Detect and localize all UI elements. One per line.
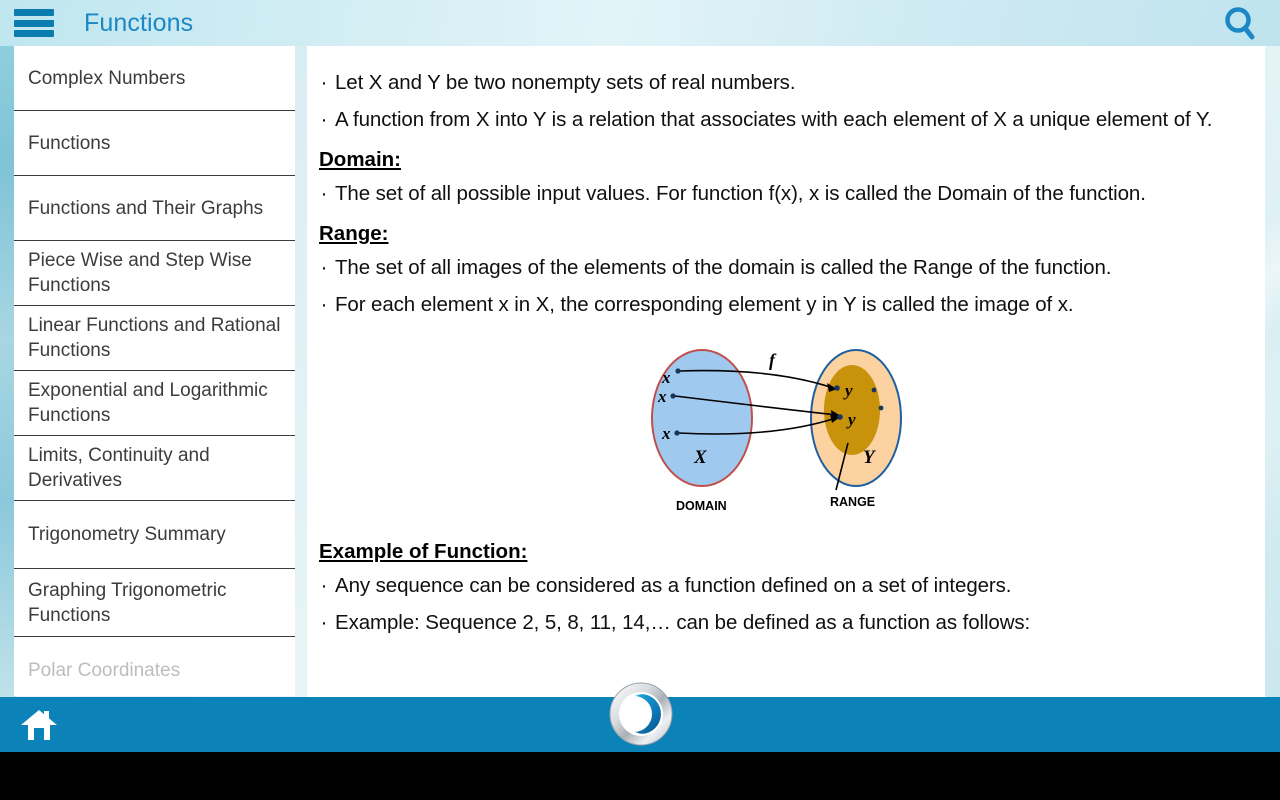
bullet-glyph: · (320, 72, 328, 94)
sidebar-item-label: Polar Coordinates (28, 660, 181, 681)
range-element-label: y (846, 410, 856, 429)
app-root: Functions Complex Numbers Functions Func… (0, 0, 1280, 800)
sidebar-item-graphing-trigonometric-functions[interactable]: Graphing Trigonometric Functions (14, 569, 295, 637)
section-heading-range: Range: (319, 222, 389, 245)
sidebar-item-label: Trigonometry Summary (28, 524, 226, 545)
content-bullet: · Let X and Y be two nonempty sets of re… (313, 68, 1235, 98)
content-bullet: · The set of all images of the elements … (313, 253, 1235, 283)
section-heading-example: Example of Function: (319, 540, 528, 563)
content-bullet: · The set of all possible input values. … (313, 179, 1235, 209)
set-x-label: X (693, 447, 708, 468)
sidebar-item-functions[interactable]: Functions (14, 111, 295, 176)
sidebar-list[interactable]: Complex Numbers Functions Functions and … (14, 46, 295, 696)
content-text: Let X and Y be two nonempty sets of real… (335, 71, 796, 94)
bullet-glyph: · (320, 183, 328, 205)
sidebar-item-exponential-and-logarithmic-functions[interactable]: Exponential and Logarithmic Functions (14, 371, 295, 436)
content-text: The set of all possible input values. Fo… (335, 182, 1146, 205)
sidebar-item-label: Exponential and Logarithmic Functions (28, 380, 268, 426)
sidebar-item-label: Linear Functions and Rational Functions (28, 315, 281, 361)
content-bullet: · For each element x in X, the correspon… (313, 290, 1235, 320)
top-app-bar: Functions (0, 0, 1280, 46)
section-heading-domain: Domain: (319, 148, 401, 171)
sidebar-item-label: Limits, Continuity and Derivatives (28, 445, 210, 491)
figure-container: x x x y y f X Y DOMAIN RANGE (313, 338, 1235, 523)
sidebar-item-polar-coordinates[interactable]: Polar Coordinates (14, 637, 295, 696)
content-text: A function from X into Y is a relation t… (335, 108, 1213, 131)
domain-element-label: x (657, 387, 667, 406)
content-bullet: · A function from X into Y is a relation… (313, 105, 1235, 135)
sidebar-item-label: Complex Numbers (28, 67, 186, 89)
domain-element-label: x (661, 368, 671, 387)
home-icon[interactable] (20, 708, 58, 742)
domain-caption: DOMAIN (676, 499, 727, 513)
page-title: Functions (84, 9, 194, 37)
sidebar-item-piece-wise-and-step-wise-functions[interactable]: Piece Wise and Step Wise Functions (14, 241, 295, 306)
bullet-glyph: · (320, 294, 328, 316)
bullet-glyph: · (320, 612, 328, 634)
sidebar-item-limits-continuity-and-derivatives[interactable]: Limits, Continuity and Derivatives (14, 436, 295, 501)
bullet-glyph: · (320, 109, 328, 131)
sidebar-item-linear-functions-and-rational-functions[interactable]: Linear Functions and Rational Functions (14, 306, 295, 371)
content-bullet: · Example: Sequence 2, 5, 8, 11, 14,… ca… (313, 608, 1235, 638)
content-bullet: · Any sequence can be considered as a fu… (313, 571, 1235, 601)
android-navigation-bar: — 3:09 PM (0, 752, 1280, 800)
sidebar-item-label: Functions (28, 132, 111, 154)
bullet-glyph: · (320, 257, 328, 279)
range-element-label: y (843, 381, 853, 400)
sidebar-item-trigonometry-summary[interactable]: Trigonometry Summary (14, 501, 295, 569)
sidebar-item-functions-and-their-graphs[interactable]: Functions and Their Graphs (14, 176, 295, 241)
bullet-glyph: · (320, 575, 328, 597)
domain-element-label: x (661, 424, 671, 443)
range-caption: RANGE (830, 495, 875, 509)
hamburger-icon[interactable] (14, 8, 54, 38)
sidebar-item-label: Piece Wise and Step Wise Functions (28, 250, 252, 296)
content-text: Any sequence can be considered as a func… (335, 574, 1012, 597)
lesson-content: · Let X and Y be two nonempty sets of re… (307, 46, 1265, 697)
app-logo-icon[interactable] (608, 681, 674, 747)
sidebar-item-label: Graphing Trigonometric Functions (28, 579, 227, 626)
content-text: For each element x in X, the correspondi… (335, 293, 1074, 316)
sidebar-item-complex-numbers[interactable]: Complex Numbers (14, 46, 295, 111)
content-text: Example: Sequence 2, 5, 8, 11, 14,… can … (335, 611, 1031, 634)
function-mapping-diagram: x x x y y f X Y DOMAIN RANGE (651, 349, 902, 513)
sidebar-item-label: Functions and Their Graphs (28, 197, 264, 219)
function-label: f (769, 350, 777, 370)
search-icon[interactable] (1220, 4, 1262, 44)
content-text: The set of all images of the elements of… (335, 256, 1112, 279)
